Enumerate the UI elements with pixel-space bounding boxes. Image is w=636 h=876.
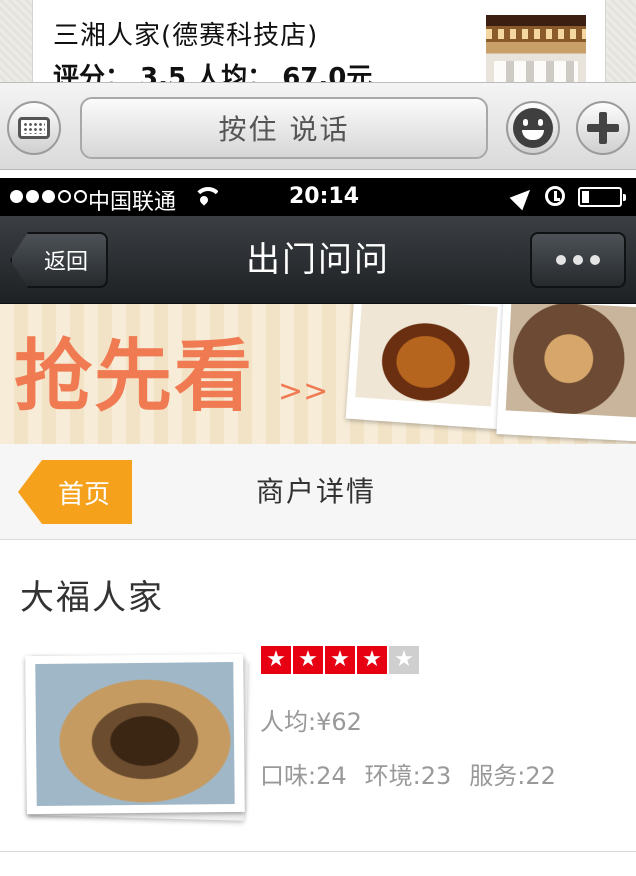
alarm-icon bbox=[545, 186, 565, 206]
location-icon bbox=[509, 183, 537, 211]
navigation-bar: 返回 出门问问 bbox=[0, 216, 636, 304]
more-options-button[interactable] bbox=[530, 232, 626, 288]
star-filled-icon: ★ bbox=[261, 646, 291, 674]
add-attachment-button[interactable] bbox=[576, 101, 630, 155]
merchant-photo[interactable] bbox=[25, 653, 245, 815]
star-empty-icon: ★ bbox=[389, 646, 419, 674]
merchant-scores: 口味:24 环境:23 服务:22 bbox=[260, 756, 556, 791]
hold-to-talk-button[interactable]: 按住 说话 bbox=[80, 97, 488, 159]
banner-cookie-photo bbox=[496, 304, 636, 442]
merchant-photo-image bbox=[35, 661, 235, 807]
star-filled-icon: ★ bbox=[293, 646, 323, 674]
back-button[interactable]: 返回 bbox=[10, 232, 109, 288]
chat-input-bar: 按住 说话 bbox=[0, 82, 636, 170]
merchant-name: 大福人家 bbox=[20, 578, 164, 618]
promo-banner[interactable]: 抢先看 >> bbox=[0, 304, 636, 444]
chat-history: 三湘人家(德赛科技店) 评分： 3.5 人均： 67.0元 bbox=[0, 0, 636, 82]
plus-icon bbox=[585, 110, 621, 146]
status-bar: 中国联通 20:14 bbox=[0, 178, 636, 216]
divider bbox=[0, 851, 636, 852]
star-filled-icon: ★ bbox=[357, 646, 387, 674]
sub-navigation: 首页 商户详情 bbox=[0, 444, 636, 540]
more-dots-icon bbox=[556, 255, 566, 265]
average-price: 人均:¥62 bbox=[260, 708, 362, 736]
home-tab[interactable]: 首页 bbox=[18, 460, 132, 524]
emoji-button[interactable] bbox=[506, 101, 560, 155]
carrier-name: 中国联通 bbox=[88, 190, 177, 215]
service-score: 服务:22 bbox=[469, 762, 556, 790]
banner-arrows: >> bbox=[278, 374, 329, 409]
banner-headline: 抢先看 bbox=[14, 332, 255, 422]
merchant-detail: 大福人家 ★ ★ ★ ★ ★ 人均:¥62 口味:24 环境:23 服务:22 bbox=[0, 540, 636, 876]
taste-score: 口味:24 bbox=[260, 762, 347, 790]
chat-restaurant-card[interactable]: 三湘人家(德赛科技店) 评分： 3.5 人均： 67.0元 bbox=[32, 0, 606, 82]
wifi-icon bbox=[192, 184, 218, 206]
smile-icon bbox=[513, 108, 553, 148]
chat-card-thumbnail bbox=[486, 15, 586, 82]
banner-food-photo bbox=[345, 304, 507, 430]
chat-card-subtitle: 评分： 3.5 人均： 67.0元 bbox=[53, 63, 373, 82]
signal-strength-icon bbox=[10, 190, 87, 203]
status-time: 20:14 bbox=[289, 184, 360, 209]
chat-card-title: 三湘人家(德赛科技店) bbox=[53, 21, 319, 51]
keyboard-icon bbox=[18, 117, 50, 139]
divider bbox=[0, 170, 636, 178]
battery-icon bbox=[578, 187, 626, 207]
merchant-detail-title: 商户详情 bbox=[256, 475, 377, 508]
environment-score: 环境:23 bbox=[364, 762, 452, 790]
battery-level bbox=[582, 191, 590, 203]
rating-stars: ★ ★ ★ ★ ★ bbox=[261, 646, 419, 674]
star-filled-icon: ★ bbox=[325, 646, 355, 674]
keyboard-button[interactable] bbox=[7, 101, 61, 155]
